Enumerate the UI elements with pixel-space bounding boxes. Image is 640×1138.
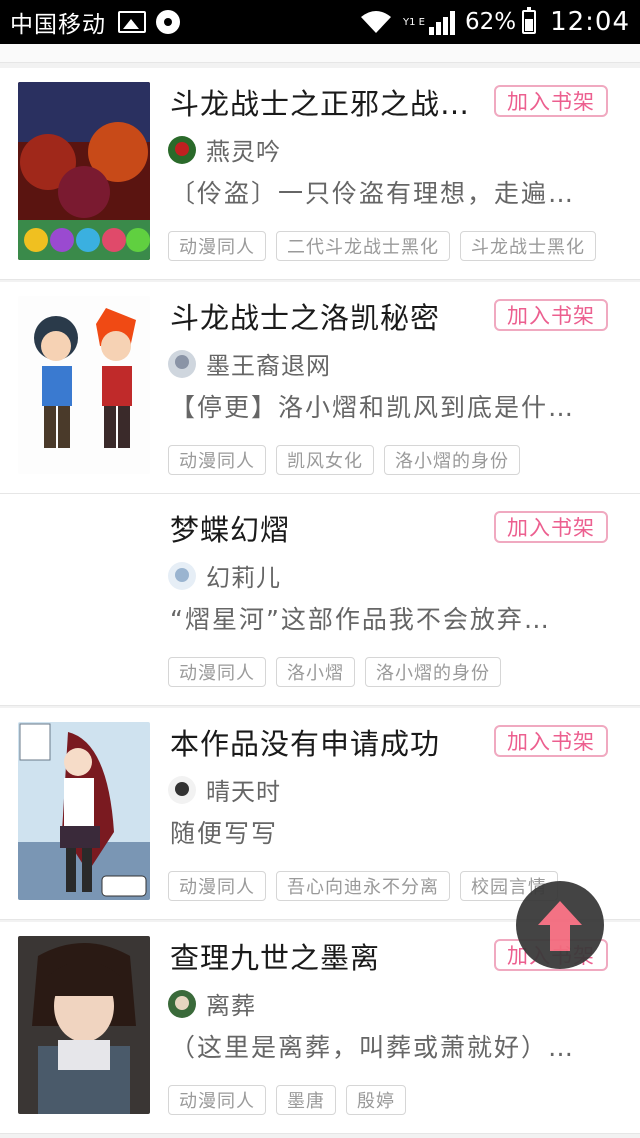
tag-list: 动漫同人 洛小熠 洛小熠的身份 xyxy=(168,657,620,687)
add-to-shelf-button[interactable]: 加入书架 xyxy=(494,511,608,543)
battery-icon xyxy=(522,7,537,34)
tag[interactable]: 殷婷 xyxy=(346,1085,406,1115)
book-title[interactable]: 斗龙战士之正邪之战… xyxy=(170,84,480,124)
author-name[interactable]: 燕灵吟 xyxy=(206,132,281,167)
tag[interactable]: 斗龙战士黑化 xyxy=(460,231,596,261)
carrier-name: 中国移动 xyxy=(10,12,106,38)
book-title[interactable]: 梦蝶幻熠 xyxy=(170,510,480,550)
add-to-shelf-button[interactable]: 加入书架 xyxy=(494,725,608,757)
book-cover[interactable] xyxy=(18,296,150,474)
tag-list: 动漫同人 凯风女化 洛小熠的身份 xyxy=(168,445,620,475)
author-name[interactable]: 晴天时 xyxy=(206,772,281,807)
book-description: “熠星河”这部作品我不会放弃… xyxy=(170,605,551,634)
book-item[interactable]: 斗龙战士之洛凯秘密 加入书架 墨王裔退网 【停更】洛小熠和凯风到底是什… 动漫同… xyxy=(0,282,640,494)
author-avatar[interactable] xyxy=(168,135,196,164)
tag[interactable]: 洛小熠的身份 xyxy=(365,657,501,687)
add-to-shelf-button[interactable]: 加入书架 xyxy=(494,85,608,117)
signal-icon xyxy=(428,9,457,35)
author-row[interactable]: 燕灵吟 xyxy=(168,132,281,167)
back-to-top-button[interactable] xyxy=(516,881,604,969)
author-name[interactable]: 离葬 xyxy=(206,986,256,1021)
author-row[interactable]: 墨王裔退网 xyxy=(168,346,331,381)
tag[interactable]: 二代斗龙战士黑化 xyxy=(276,231,450,261)
book-description: 随便写写 xyxy=(170,819,279,848)
tag[interactable]: 洛小熠 xyxy=(276,657,355,687)
tag[interactable]: 凯风女化 xyxy=(276,445,374,475)
tag[interactable]: 动漫同人 xyxy=(168,871,266,901)
tag-list: 动漫同人 墨唐 殷婷 xyxy=(168,1085,620,1115)
author-row[interactable]: 晴天时 xyxy=(168,772,281,807)
tag[interactable]: 动漫同人 xyxy=(168,445,266,475)
book-description: 【停更】洛小熠和凯风到底是什… xyxy=(170,393,576,422)
book-description: 〔伶盗〕一只伶盗有理想，走遍… xyxy=(170,179,576,208)
book-item[interactable]: 斗龙战士之正邪之战… 加入书架 燕灵吟 〔伶盗〕一只伶盗有理想，走遍… 动漫同人… xyxy=(0,68,640,280)
author-avatar[interactable] xyxy=(168,561,196,590)
add-to-shelf-button[interactable]: 加入书架 xyxy=(494,299,608,331)
author-avatar[interactable] xyxy=(168,989,196,1018)
partial-header xyxy=(0,44,640,63)
author-avatar[interactable] xyxy=(168,775,196,804)
tag[interactable]: 吾心向迪永不分离 xyxy=(276,871,450,901)
book-title[interactable]: 本作品没有申请成功 xyxy=(170,724,480,764)
author-name[interactable]: 幻莉儿 xyxy=(206,558,281,593)
clock: 12:04 xyxy=(550,7,630,37)
book-description: （这里是离葬，叫葬或萧就好）… xyxy=(170,1033,576,1062)
arrow-up-icon xyxy=(538,901,582,951)
tag[interactable]: 动漫同人 xyxy=(168,1085,266,1115)
media-notification-icon xyxy=(156,10,180,34)
author-avatar[interactable] xyxy=(168,349,196,378)
tag[interactable]: 洛小熠的身份 xyxy=(384,445,520,475)
author-row[interactable]: 离葬 xyxy=(168,986,256,1021)
status-bar: 中国移动 Y1 E 62% 12:04 xyxy=(0,0,640,44)
tag[interactable]: 动漫同人 xyxy=(168,231,266,261)
book-cover[interactable] xyxy=(18,936,150,1114)
book-cover[interactable] xyxy=(18,82,150,260)
book-title[interactable]: 查理九世之墨离 xyxy=(170,938,480,978)
gallery-notification-icon xyxy=(118,11,146,33)
tag[interactable]: 墨唐 xyxy=(276,1085,336,1115)
tag[interactable]: 动漫同人 xyxy=(168,657,266,687)
book-list: 斗龙战士之正邪之战… 加入书架 燕灵吟 〔伶盗〕一只伶盗有理想，走遍… 动漫同人… xyxy=(0,68,640,1134)
author-name[interactable]: 墨王裔退网 xyxy=(206,346,331,381)
book-cover[interactable] xyxy=(18,722,150,900)
network-type: Y1 E xyxy=(402,16,425,28)
book-title[interactable]: 斗龙战士之洛凯秘密 xyxy=(170,298,480,338)
wifi-icon xyxy=(360,11,391,33)
author-row[interactable]: 幻莉儿 xyxy=(168,558,281,593)
book-item[interactable]: 梦蝶幻熠 加入书架 幻莉儿 “熠星河”这部作品我不会放弃… 动漫同人 洛小熠 洛… xyxy=(0,494,640,706)
battery-percent: 62% xyxy=(464,9,517,35)
tag-list: 动漫同人 二代斗龙战士黑化 斗龙战士黑化 xyxy=(168,231,620,261)
